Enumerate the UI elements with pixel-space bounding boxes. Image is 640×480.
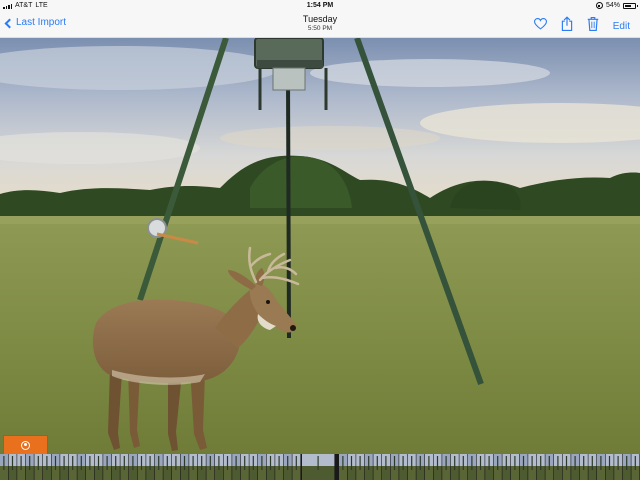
- trash-icon[interactable]: [587, 16, 599, 36]
- thumbnail[interactable]: [347, 454, 356, 480]
- thumbnail[interactable]: [103, 454, 112, 480]
- thumbnail[interactable]: [120, 454, 129, 480]
- thumbnail[interactable]: [536, 454, 545, 480]
- thumbnail[interactable]: [0, 454, 8, 480]
- thumbnail[interactable]: [364, 454, 373, 480]
- status-right: 54%: [595, 2, 638, 9]
- thumbnail[interactable]: [77, 454, 86, 480]
- thumbnail[interactable]: [382, 454, 390, 480]
- thumbnail[interactable]: [215, 454, 223, 480]
- thumbnail[interactable]: [493, 454, 502, 480]
- thumbnail[interactable]: [528, 454, 537, 480]
- thumbnail[interactable]: [545, 454, 554, 480]
- thumbnail[interactable]: [232, 454, 241, 480]
- thumbnail[interactable]: [34, 454, 43, 480]
- thumbnail[interactable]: [356, 454, 365, 480]
- thumbnail[interactable]: [562, 454, 571, 480]
- trail-cam-photo: [0, 38, 640, 454]
- thumbnail-strip-images: [0, 454, 640, 480]
- thumbnail[interactable]: [240, 454, 249, 480]
- thumbnail[interactable]: [163, 454, 172, 480]
- battery-percent: 54%: [605, 2, 620, 9]
- thumbnail[interactable]: [94, 454, 103, 480]
- thumbnail[interactable]: [425, 454, 433, 480]
- thumbnail[interactable]: [631, 454, 640, 480]
- thumbnail[interactable]: [554, 454, 562, 480]
- thumbnail[interactable]: [502, 454, 511, 480]
- thumbnail[interactable]: [223, 454, 232, 480]
- rotation-lock-icon: [595, 2, 603, 9]
- thumbnail[interactable]: [605, 454, 614, 480]
- thumbnail[interactable]: [588, 454, 597, 480]
- thumbnail[interactable]: [511, 454, 519, 480]
- thumbnail[interactable]: [339, 454, 347, 480]
- thumbnail[interactable]: [137, 454, 146, 480]
- battery-icon: [623, 2, 638, 9]
- status-time: 1:54 PM: [306, 2, 334, 9]
- thumbnail[interactable]: [51, 454, 60, 480]
- thumbnail[interactable]: [399, 454, 408, 480]
- thumbnail[interactable]: [519, 454, 528, 480]
- thumbnail[interactable]: [266, 454, 275, 480]
- thumbnail[interactable]: [180, 454, 189, 480]
- edit-button[interactable]: Edit: [613, 21, 630, 32]
- thumbnail[interactable]: [275, 454, 284, 480]
- thumbnail[interactable]: [373, 454, 382, 480]
- thumbnail[interactable]: [407, 454, 416, 480]
- thumbnail[interactable]: [433, 454, 442, 480]
- thumbnail[interactable]: [249, 454, 258, 480]
- thumbnail[interactable]: [206, 454, 215, 480]
- thumbnail[interactable]: [189, 454, 198, 480]
- live-photo-icon: [21, 440, 30, 450]
- thumbnail[interactable]: [129, 454, 137, 480]
- thumbnail[interactable]: [258, 454, 266, 480]
- thumbnail[interactable]: [17, 454, 26, 480]
- heart-icon[interactable]: [533, 17, 547, 35]
- thumbnail[interactable]: [43, 454, 51, 480]
- photo-view[interactable]: [0, 38, 640, 454]
- thumbnail[interactable]: [622, 454, 631, 480]
- thumbnail[interactable]: [8, 454, 17, 480]
- nav-actions: Edit: [533, 16, 630, 36]
- thumbnail[interactable]: [154, 454, 163, 480]
- thumbnail[interactable]: [25, 454, 34, 480]
- thumbnail[interactable]: [579, 454, 588, 480]
- thumbnail[interactable]: [197, 454, 206, 480]
- thumbnail[interactable]: [442, 454, 451, 480]
- thumbnail[interactable]: [86, 454, 94, 480]
- thumbnail[interactable]: [172, 454, 180, 480]
- thumbnail[interactable]: [111, 454, 120, 480]
- thumbnail[interactable]: [597, 454, 605, 480]
- thumbnail[interactable]: [292, 454, 301, 480]
- thumbnail[interactable]: [468, 454, 476, 480]
- thumbnail[interactable]: [416, 454, 425, 480]
- thumbnail[interactable]: [614, 454, 623, 480]
- status-bar: AT&T LTE 1:54 PM 54%: [0, 0, 640, 12]
- thumbnail[interactable]: [60, 454, 69, 480]
- thumbnail[interactable]: [146, 454, 155, 480]
- thumbnail-strip[interactable]: [0, 454, 640, 480]
- thumbnail[interactable]: [283, 454, 292, 480]
- thumbnail-selected[interactable]: [302, 454, 335, 480]
- thumbnail[interactable]: [450, 454, 459, 480]
- thumbnail[interactable]: [459, 454, 468, 480]
- thumbnail[interactable]: [68, 454, 77, 480]
- thumbnail[interactable]: [390, 454, 399, 480]
- thumbnail[interactable]: [571, 454, 580, 480]
- thumbnail[interactable]: [476, 454, 485, 480]
- live-photo-badge[interactable]: [3, 435, 48, 455]
- nav-bar: Last Import Tuesday 5:50 PM Edit: [0, 12, 640, 38]
- thumbnail[interactable]: [485, 454, 494, 480]
- share-icon[interactable]: [561, 16, 573, 36]
